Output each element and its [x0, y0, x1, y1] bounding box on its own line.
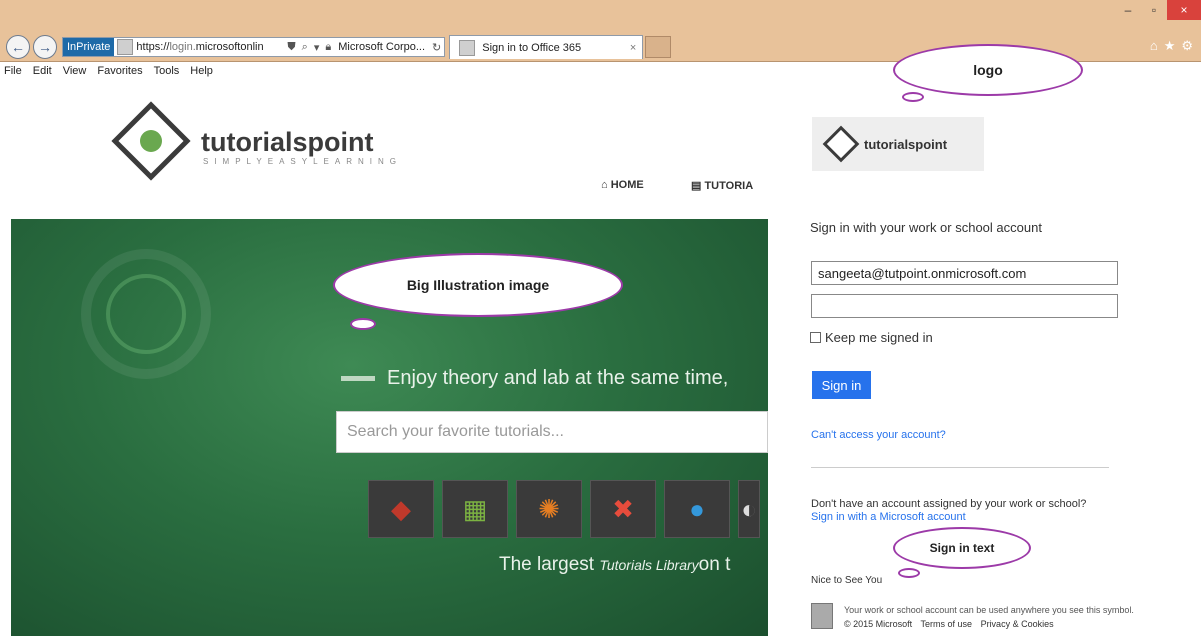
brand-logo-icon	[822, 125, 860, 163]
site-favicon-icon	[117, 39, 134, 55]
keep-signed-in-checkbox[interactable]	[810, 332, 821, 343]
rails-icon[interactable]: ◆	[368, 480, 434, 538]
tab-favicon-icon	[459, 39, 476, 56]
new-tab-button[interactable]	[645, 36, 672, 58]
drupal-icon[interactable]: ●	[664, 480, 730, 538]
menu-edit[interactable]: Edit	[33, 65, 52, 77]
tutorialspoint-logo-icon	[111, 101, 191, 181]
home-icon[interactable]: ⌂	[1150, 38, 1158, 54]
dropdown-icon[interactable]: ▾	[311, 41, 323, 54]
more-icon[interactable]: ◐	[738, 480, 760, 538]
tab-close-icon[interactable]: ×	[630, 42, 636, 54]
terms-link[interactable]: Terms of use	[921, 619, 973, 629]
microsoft-account-link[interactable]: Sign in with a Microsoft account	[811, 511, 966, 523]
annotation-cloud-logo: logo	[893, 44, 1083, 96]
gear-inner-illustration	[106, 274, 186, 354]
keep-signed-in[interactable]: Keep me signed in	[810, 330, 933, 345]
nav-home-label: HOME	[610, 179, 644, 191]
menu-favorites[interactable]: Favorites	[97, 65, 142, 77]
headline-bar	[341, 376, 375, 382]
password-field[interactable]	[811, 294, 1118, 318]
nav-tutorials-link[interactable]: ▤ TUTORIA	[691, 179, 753, 192]
hero-headline-text: Enjoy theory and lab at the same time,	[387, 367, 729, 389]
network-icon[interactable]: ✺	[516, 480, 582, 538]
signin-heading: Sign in with your work or school account	[810, 220, 1042, 235]
hero-headline: Enjoy theory and lab at the same time,	[341, 367, 728, 390]
joomla-icon[interactable]: ✖	[590, 480, 656, 538]
signin-brand-logo: tutorialspoint	[812, 117, 984, 171]
maps-icon[interactable]: ▦	[442, 480, 508, 538]
footer-links: © 2015 Microsoft Terms of use Privacy & …	[844, 619, 1060, 629]
work-account-symbol-icon	[811, 603, 833, 629]
url-prefix: https://	[136, 41, 170, 53]
maximize-button[interactable]: ▫	[1141, 0, 1167, 20]
annotation-cloud-illustration: Big Illustration image	[333, 253, 623, 317]
browser-toolbar-icons: ⌂ ★ ⚙	[1150, 38, 1193, 54]
no-account-text: Don't have an account assigned by your w…	[811, 498, 1087, 510]
certificate-label[interactable]: Microsoft Corpo...	[334, 41, 429, 53]
brand-logo-text: tutorialspoint	[864, 136, 948, 152]
nav-tutorials-label: TUTORIA	[704, 180, 754, 192]
tagline-prefix: The largest	[499, 554, 600, 575]
nav-home-link[interactable]: ⌂ HOME	[601, 179, 644, 191]
footer-message: Your work or school account can be used …	[844, 605, 1134, 615]
tagline-suffix: on t	[698, 554, 731, 575]
lock-icon[interactable]: 🔒︎	[322, 41, 334, 54]
navigation-row: ← → InPrivate https://login.microsoftonl…	[6, 34, 672, 60]
search-icon[interactable]: ⌕	[299, 41, 311, 54]
email-field[interactable]	[811, 261, 1118, 285]
close-window-button[interactable]: ×	[1167, 0, 1201, 20]
minimize-button[interactable]: –	[1115, 0, 1141, 20]
tab-sign-in[interactable]: Sign in to Office 365 ×	[449, 35, 644, 59]
url-main: microsoftonlin	[195, 41, 264, 53]
menu-help[interactable]: Help	[190, 65, 213, 77]
shield-icon[interactable]: ⛊	[284, 41, 298, 54]
forward-arrow-icon: →	[38, 39, 52, 55]
site-search-input[interactable]: Search your favorite tutorials...	[336, 411, 768, 453]
divider	[811, 467, 1109, 468]
url-dim: login.	[169, 41, 196, 53]
forward-button[interactable]: →	[33, 35, 57, 59]
annotation-tail-logo	[902, 92, 924, 102]
back-arrow-icon: ←	[11, 39, 25, 55]
address-bar[interactable]: InPrivate https://login.microsoftonlin ⛊…	[62, 37, 446, 57]
tagline-italic: Tutorials Library	[599, 557, 699, 573]
menu-file[interactable]: File	[4, 65, 22, 77]
window-controls: – ▫ ×	[1115, 0, 1201, 20]
tab-title: Sign in to Office 365	[482, 41, 582, 54]
privacy-link[interactable]: Privacy & Cookies	[981, 619, 1054, 629]
annotation-tail-signin	[898, 568, 920, 578]
annotation-logo-label: logo	[973, 62, 1003, 78]
annotation-tail-illustration	[350, 318, 376, 330]
back-button[interactable]: ←	[6, 35, 30, 59]
nice-to-see-text: Nice to See You	[811, 575, 883, 586]
annotation-illustration-label: Big Illustration image	[406, 277, 550, 293]
refresh-icon[interactable]: ↻	[429, 41, 444, 54]
url-text[interactable]: https://login.microsoftonlin	[136, 41, 284, 53]
signin-button[interactable]: Sign in	[812, 371, 871, 399]
tutorial-icon-row: ◆ ▦ ✺ ✖ ● ◐	[368, 480, 760, 538]
copyright-text: © 2015 Microsoft	[844, 619, 913, 629]
inprivate-badge: InPrivate	[63, 38, 115, 56]
menu-view[interactable]: View	[63, 65, 87, 77]
star-icon[interactable]: ★	[1164, 38, 1176, 54]
gear-icon[interactable]: ⚙	[1181, 38, 1193, 54]
site-logo-text: tutorialspoint	[201, 127, 374, 157]
site-logo-tagline: SIMPLYEASYLEARNING	[203, 157, 402, 166]
menu-tools[interactable]: Tools	[154, 65, 180, 77]
annotation-signin-label: Sign in text	[929, 541, 995, 555]
hero-tagline: The largest Tutorials Libraryon t	[499, 554, 730, 576]
annotation-cloud-signin: Sign in text	[893, 527, 1031, 569]
keep-signed-in-label: Keep me signed in	[825, 330, 933, 345]
site-header: tutorialspoint SIMPLYEASYLEARNING ⌂ HOME…	[11, 79, 768, 219]
cant-access-link[interactable]: Can't access your account?	[811, 429, 946, 441]
